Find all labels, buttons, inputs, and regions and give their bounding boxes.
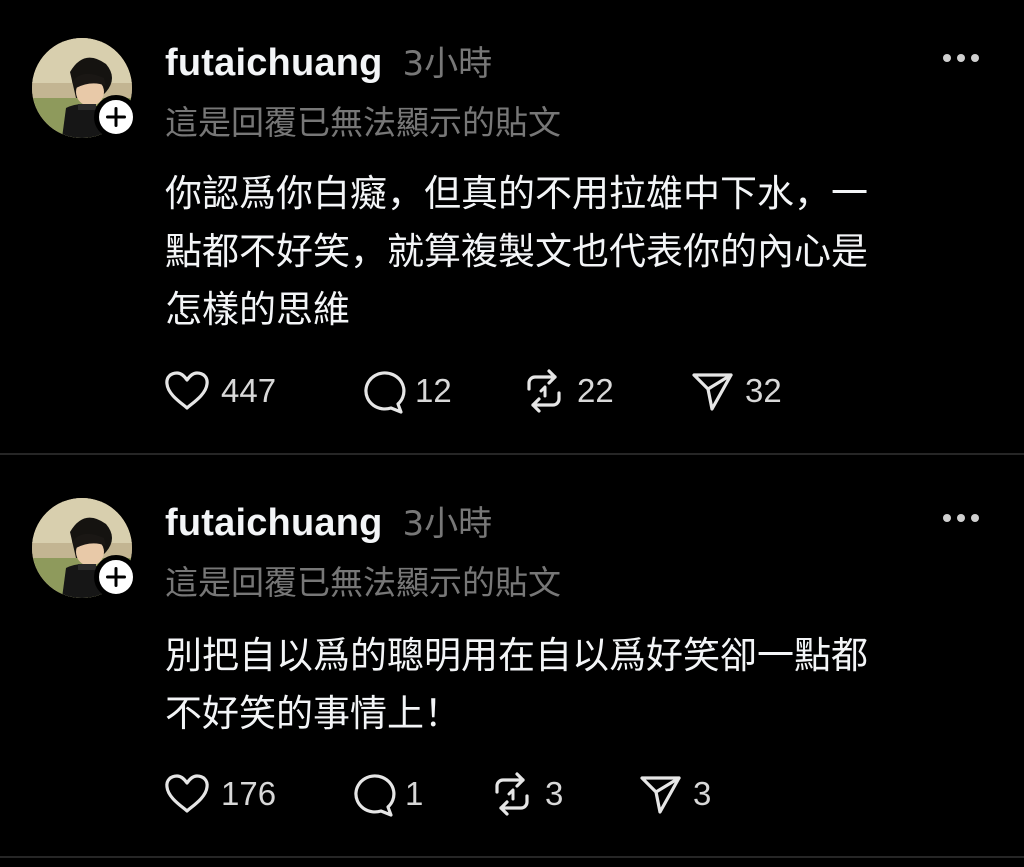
post-text-line: 點都不好笑，就算複製文也代表你的內心是 <box>165 230 868 273</box>
username-link[interactable]: futaichuang <box>165 502 383 545</box>
send-arrow-icon <box>640 776 681 814</box>
repost-count: 22 <box>577 372 614 409</box>
reply-context-text: 這是回覆已無法顯示的貼文 <box>165 103 561 142</box>
plus-icon <box>106 107 126 127</box>
post-text-line: 怎樣的思維 <box>165 288 350 331</box>
like-count: 447 <box>221 372 277 409</box>
more-options-button[interactable] <box>936 503 986 533</box>
reply-context-text: 這是回覆已無法顯示的貼文 <box>165 563 561 602</box>
repost-count: 3 <box>545 775 564 812</box>
thread-post: futaichuang 3小時 這是回覆已無法顯示的貼文 你認爲你白癡，但真的不… <box>0 0 1024 453</box>
reply-button[interactable]: 1 <box>348 770 423 818</box>
post-timestamp: 3小時 <box>402 504 493 544</box>
heart-icon <box>165 774 209 813</box>
share-button[interactable]: 3 <box>636 770 711 818</box>
repost-button[interactable]: 22 <box>520 367 614 415</box>
like-count: 176 <box>221 775 277 812</box>
reply-button[interactable]: 12 <box>358 367 452 415</box>
post-divider <box>0 856 1024 858</box>
follow-button[interactable] <box>94 95 138 139</box>
post-timestamp: 3小時 <box>402 44 493 84</box>
post-divider <box>0 453 1024 455</box>
follow-button[interactable] <box>94 555 138 599</box>
username-link[interactable]: futaichuang <box>165 42 383 85</box>
repost-arrows-icon <box>495 772 529 816</box>
reply-count: 12 <box>415 372 452 409</box>
more-dots-icon <box>943 514 979 522</box>
send-arrow-icon <box>692 373 733 411</box>
like-button[interactable]: 176 <box>162 770 276 818</box>
post-text-line: 你認爲你白癡，但真的不用拉雄中下水，一 <box>165 172 868 215</box>
repost-arrows-icon <box>527 369 561 413</box>
more-options-button[interactable] <box>936 43 986 73</box>
repost-button[interactable]: 3 <box>488 770 563 818</box>
thread-post: futaichuang 3小時 這是回覆已無法顯示的貼文 別把自以爲的聰明用在自… <box>0 456 1024 856</box>
plus-icon <box>106 567 126 587</box>
post-header: futaichuang 3小時 <box>165 496 492 544</box>
more-dots-icon <box>943 54 979 62</box>
post-text: 你認爲你白癡，但真的不用拉雄中下水，一 點都不好笑，就算複製文也代表你的內心是 … <box>165 165 965 339</box>
share-count: 3 <box>693 775 712 812</box>
post-text: 別把自以爲的聰明用在自以爲好笑卻一點都 不好笑的事情上！ <box>165 627 965 743</box>
reply-count: 1 <box>405 775 424 812</box>
heart-icon <box>165 371 209 410</box>
like-button[interactable]: 447 <box>162 367 276 415</box>
post-header: futaichuang 3小時 <box>165 36 492 84</box>
post-text-line: 別把自以爲的聰明用在自以爲好笑卻一點都 <box>165 634 868 677</box>
comment-bubble-icon <box>354 774 396 817</box>
comment-bubble-icon <box>364 371 406 414</box>
share-count: 32 <box>745 372 782 409</box>
post-text-line: 不好笑的事情上！ <box>165 692 461 735</box>
share-button[interactable]: 32 <box>688 367 782 415</box>
